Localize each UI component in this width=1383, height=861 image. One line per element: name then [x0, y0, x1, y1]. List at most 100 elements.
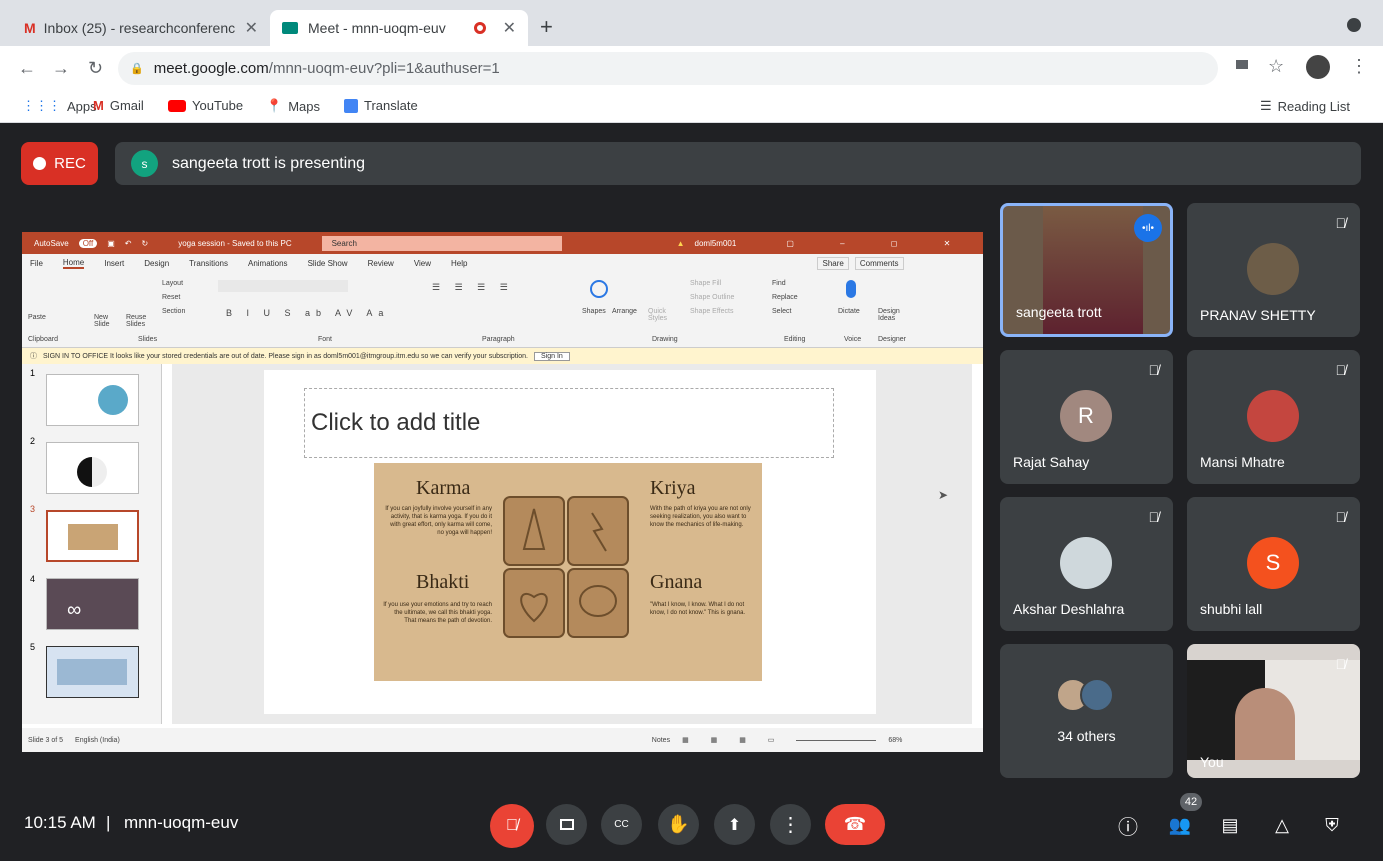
yoga-paths-image: Karma If you can joyfully involve yourse… — [374, 463, 762, 681]
camera-button[interactable] — [546, 804, 587, 845]
chat-icon[interactable]: ▤ — [1216, 811, 1244, 839]
kriya-heading: Kriya — [650, 477, 696, 499]
gmail-icon: M — [24, 20, 36, 36]
more-options-button[interactable]: ⋮ — [770, 804, 811, 845]
star-icon[interactable]: ☆ — [1268, 56, 1284, 77]
back-icon[interactable]: ← — [18, 58, 36, 79]
people-icon[interactable]: 👥 — [1166, 811, 1194, 839]
mic-off-button[interactable]: 🎙̸ — [490, 804, 534, 848]
captions-button[interactable]: CC — [601, 804, 642, 845]
participant-tile[interactable]: 🎙̸ R Rajat Sahay — [1000, 350, 1173, 484]
participant-name: sangeeta trott — [1016, 304, 1102, 320]
autosave-label: AutoSave — [34, 238, 69, 248]
mouse-cursor-icon: ➤ — [938, 488, 949, 502]
bookmarks-bar: ⋮⋮⋮ Apps M Gmail YouTube 📍 Maps Translate ☰… — [0, 91, 1383, 123]
bookmark-maps[interactable]: 📍 Maps — [266, 98, 320, 114]
host-controls-icon[interactable]: ⛨ — [1318, 811, 1346, 839]
ppt-share: Share — [817, 256, 849, 270]
participant-name: shubhi lall — [1200, 601, 1263, 617]
tab-gmail[interactable]: M Inbox (25) - researchconferenc ✕ — [12, 10, 270, 46]
slide-thumbnail — [46, 646, 139, 698]
participant-tile[interactable]: 🎙̸ Akshar Deshlahra — [1000, 497, 1173, 631]
ribbon-group-label: Voice — [844, 336, 862, 343]
bookmark-label: Reading List — [1277, 98, 1350, 114]
others-avatars — [1056, 678, 1120, 712]
ribbon-group-label: Font — [318, 336, 333, 343]
info-icon[interactable]: ⓘ — [1114, 811, 1142, 839]
profile-menu-icon[interactable] — [1347, 18, 1361, 32]
others-tile[interactable]: 34 others — [1000, 644, 1173, 778]
mic-off-icon: 🎙̸ — [1148, 509, 1160, 525]
ribbon-item: Select — [772, 308, 792, 315]
window-controls: ▢ – ◻ ✕ — [786, 238, 973, 248]
reading-list-button[interactable]: ☰ Reading List — [1260, 98, 1350, 114]
participant-tile[interactable]: 🎙̸ PRANAV SHETTY — [1187, 203, 1360, 337]
participant-tile[interactable]: 🎙̸ S shubhi lall — [1187, 497, 1360, 631]
ribbon-item: Reset — [162, 294, 181, 301]
bookmark-translate[interactable]: Translate — [344, 98, 418, 113]
language-label: English (India) — [75, 736, 120, 744]
ribbon-item: Quick Styles — [648, 308, 668, 322]
close-tab-icon[interactable]: ✕ — [503, 18, 516, 38]
participant-tile[interactable]: •ıl• sangeeta trott — [1000, 203, 1173, 337]
document-title: yoga session - Saved to this PC — [178, 238, 292, 248]
camera-icon[interactable] — [1236, 60, 1248, 69]
karma-text: If you can joyfully involve yourself in … — [385, 506, 492, 536]
leave-call-button[interactable]: ☎ — [825, 804, 885, 845]
meeting-code: mnn-uoqm-euv — [124, 813, 239, 832]
bhakti-heading: Bhakti — [416, 571, 470, 593]
zoom-level: 68% — [888, 736, 903, 744]
shared-screen-powerpoint: AutoSave Off ▣ ↶ ↻ yoga session - Saved … — [22, 232, 983, 752]
mic-icon — [846, 280, 856, 298]
yoga-logo-icon — [98, 385, 128, 415]
info-icon: ⓘ — [30, 353, 37, 360]
present-button[interactable]: ⬆ — [714, 804, 755, 845]
menu-item: Slide Show — [307, 258, 348, 268]
tab-meet[interactable]: Meet - mnn-uoqm-euv ✕ — [270, 10, 528, 46]
bookmark-apps[interactable]: ⋮⋮⋮ Apps — [22, 98, 97, 114]
office-signin-banner: ⓘ SIGN IN TO OFFICE It looks like your s… — [22, 348, 983, 364]
ribbon-group-label: Drawing — [652, 336, 678, 343]
font-tools: B I U S ab AV Aa — [226, 308, 390, 318]
mic-off-icon: 🎙̸ — [1335, 509, 1347, 525]
self-view-tile[interactable]: 🎙̸ You — [1187, 644, 1360, 778]
avatar[interactable] — [1306, 55, 1330, 79]
bookmark-gmail[interactable]: M Gmail — [93, 98, 144, 113]
shapes-icon — [590, 280, 608, 298]
ribbon-item: Arrange — [612, 308, 637, 315]
participants-count-badge: 42 — [1180, 793, 1202, 811]
slide-number: 4 — [30, 574, 36, 584]
reading-list-icon: ☰ — [1260, 98, 1272, 113]
slide-number: 5 — [30, 642, 36, 652]
ribbon-item: Shape Effects — [690, 308, 734, 315]
raise-hand-button[interactable]: ✋ — [658, 804, 699, 845]
ribbon-item: Layout — [162, 280, 184, 287]
puzzle-pieces-icon — [503, 496, 629, 638]
activities-icon[interactable]: △ — [1268, 811, 1296, 839]
karma-heading: Karma — [416, 477, 471, 499]
bookmark-label: Translate — [364, 98, 418, 113]
mic-off-icon: 🎙̸ — [1335, 215, 1347, 231]
forward-icon[interactable]: → — [52, 58, 70, 79]
participant-photo — [1247, 243, 1299, 295]
ribbon-group-label: Designer — [878, 336, 907, 343]
redo-icon: ↻ — [141, 238, 149, 248]
reload-icon[interactable]: ↻ — [88, 58, 103, 79]
self-figure — [1235, 688, 1295, 760]
url-host: meet.google.com — [153, 60, 269, 77]
translate-icon — [344, 98, 358, 113]
address-bar[interactable]: 🔒 meet.google.com /mnn-uoqm-euv?pli=1&au… — [118, 52, 1218, 85]
lock-icon: 🔒 — [130, 63, 144, 75]
ribbon-item: Reuse Slides — [126, 314, 147, 328]
ribbon-item: Find — [772, 280, 786, 287]
others-label: 34 others — [1057, 728, 1116, 744]
presenter-avatar: s — [131, 150, 158, 177]
more-menu-icon[interactable]: ⋮ — [1350, 56, 1368, 77]
participant-tile[interactable]: 🎙̸ Mansi Mhatre — [1187, 350, 1360, 484]
maps-pin-icon: 📍 — [266, 98, 283, 113]
new-tab-button[interactable]: + — [540, 14, 553, 40]
gmail-icon: M — [93, 98, 104, 113]
save-icon: ▣ — [107, 238, 115, 248]
close-tab-icon[interactable]: ✕ — [245, 18, 258, 38]
bookmark-youtube[interactable]: YouTube — [168, 98, 243, 113]
